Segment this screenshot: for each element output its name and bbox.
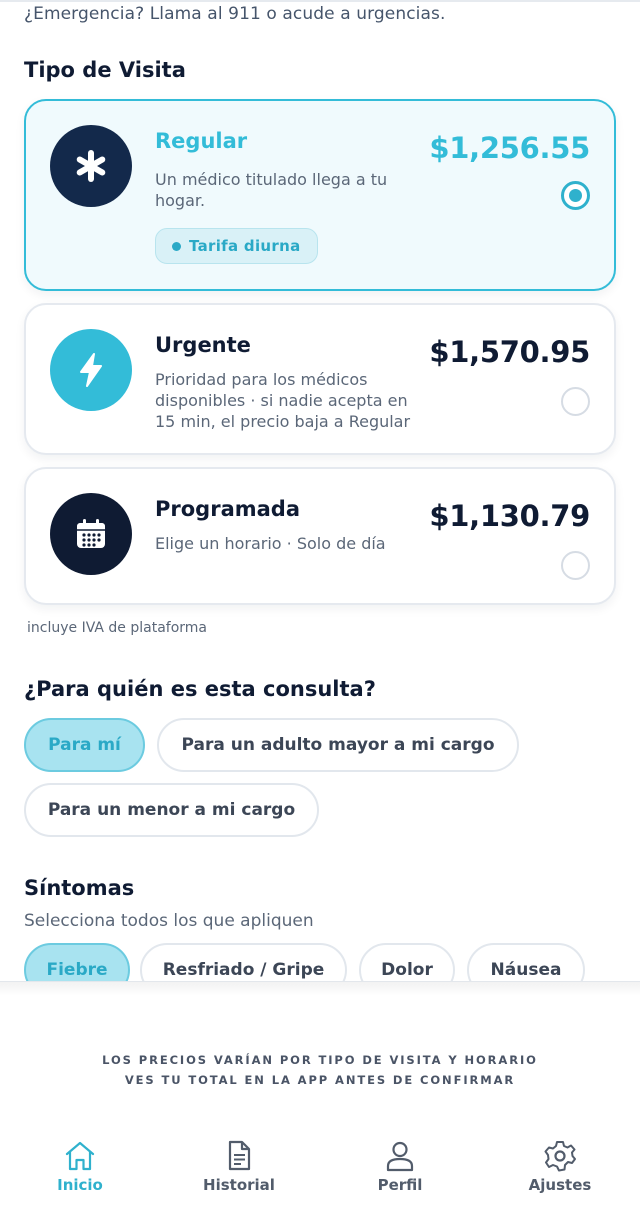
footer-shadow <box>0 982 640 996</box>
chip-para-mi[interactable]: Para mí <box>24 718 145 772</box>
visit-option-description: Prioridad para los médicos disponibles ·… <box>155 370 411 431</box>
chip-nausea[interactable]: Náusea <box>467 943 585 981</box>
visit-option-description: Elige un horario · Solo de día <box>155 534 386 553</box>
visit-option-radio[interactable] <box>561 387 590 416</box>
user-icon <box>386 1141 414 1172</box>
nav-tab-historial[interactable]: Historial <box>179 1140 299 1194</box>
document-icon <box>228 1140 251 1171</box>
tax-note: incluye IVA de plataforma <box>27 620 208 636</box>
nav-label: Perfil <box>377 1176 423 1194</box>
visit-option-radio[interactable] <box>561 181 590 210</box>
visit-option-description: Un médico titulado llega a tu hogar. <box>155 170 388 210</box>
visit-option-price: $1,130.79 <box>429 499 590 533</box>
visit-option-price: $1,570.95 <box>429 335 590 369</box>
chip-adulto-mayor[interactable]: Para un adulto mayor a mi cargo <box>157 718 519 772</box>
recipient-title: ¿Para quién es esta consulta? <box>24 677 376 701</box>
visit-type-title: Tipo de Visita <box>24 58 186 82</box>
emergency-notice: ¿Emergencia? Llama al 911 o acude a urge… <box>24 4 446 24</box>
nav-label: Inicio <box>57 1176 103 1194</box>
visit-option-name: Urgente <box>155 333 251 357</box>
symptoms-title: Síntomas <box>24 876 135 900</box>
visit-option-name: Regular <box>155 129 248 153</box>
top-divider <box>0 0 640 2</box>
home-icon <box>65 1141 95 1171</box>
nav-label: Ajustes <box>528 1176 592 1194</box>
symptom-chip-row: Fiebre Resfriado / Gripe Dolor Náusea <box>0 943 640 981</box>
visit-option-regular[interactable]: Regular Un médico titulado llega a tu ho… <box>24 99 616 291</box>
chip-resfriado[interactable]: Resfriado / Gripe <box>140 943 347 981</box>
lightning-icon <box>50 329 132 411</box>
visit-option-radio[interactable] <box>561 551 590 580</box>
pricing-note-line1: LOS PRECIOS VARÍAN POR TIPO DE VISITA Y … <box>102 1053 538 1067</box>
badge-label: Tarifa diurna <box>189 237 301 255</box>
chip-fiebre[interactable]: Fiebre <box>24 943 130 981</box>
symptoms-subtitle: Selecciona todos los que apliquen <box>24 911 314 931</box>
visit-option-price: $1,256.55 <box>429 131 590 165</box>
nav-tab-perfil[interactable]: Perfil <box>340 1140 460 1194</box>
gear-icon <box>544 1141 576 1172</box>
rate-badge: Tarifa diurna <box>155 228 318 264</box>
nav-tab-ajustes[interactable]: Ajustes <box>500 1140 620 1194</box>
visit-option-name: Programada <box>155 497 300 521</box>
pricing-note-line2: VES TU TOTAL EN LA APP ANTES DE CONFIRMA… <box>124 1073 516 1087</box>
nav-tab-inicio[interactable]: Inicio <box>20 1140 140 1194</box>
chip-menor[interactable]: Para un menor a mi cargo <box>24 783 319 837</box>
nav-label: Historial <box>203 1176 275 1194</box>
asterisk-icon <box>50 125 132 207</box>
calendar-icon <box>50 493 132 575</box>
visit-option-urgente[interactable]: Urgente Prioridad para los médicos dispo… <box>24 303 616 455</box>
visit-option-programada[interactable]: Programada Elige un horario · Solo de dí… <box>24 467 616 605</box>
chip-dolor[interactable]: Dolor <box>359 943 455 981</box>
badge-dot-icon <box>172 241 181 251</box>
